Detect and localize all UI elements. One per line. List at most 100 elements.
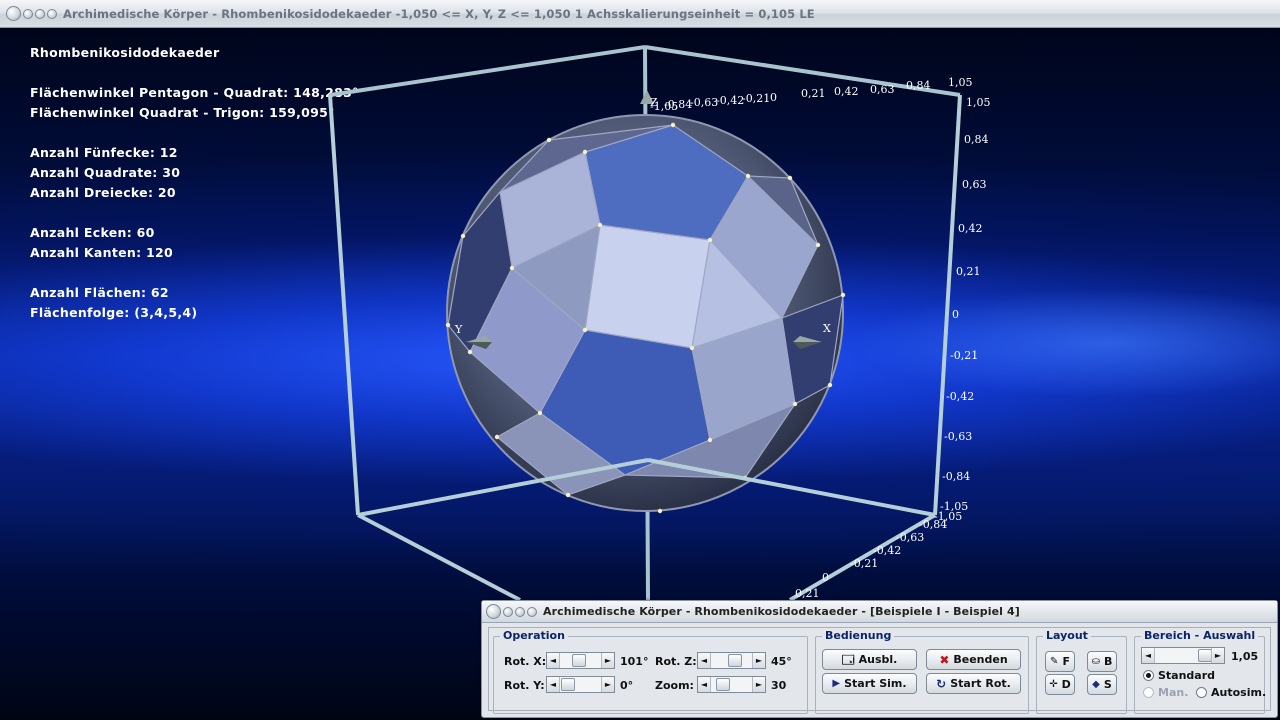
dialog-body: Operation Rot. X: ◄ ► 101° Rot. Z: ◄ ► 4… [488, 627, 1271, 714]
radio-autosim[interactable]: Autosim. [1196, 686, 1266, 699]
layout-title: Layout [1043, 629, 1091, 642]
svg-text:-0,84: -0,84 [664, 98, 692, 111]
dialog-minimize-icon[interactable] [503, 606, 513, 617]
slider-thumb[interactable] [561, 678, 575, 691]
svg-text:0: 0 [952, 308, 959, 321]
slider-thumb[interactable] [716, 678, 730, 691]
close-icon: ✖ [939, 652, 950, 667]
close-icon[interactable] [47, 8, 57, 19]
arrow-right-icon[interactable]: ► [752, 653, 765, 668]
arrow-left-icon[interactable]: ◄ [1142, 648, 1155, 663]
ausbl-button[interactable]: 🗔 Ausbl. [822, 649, 917, 670]
hide-icon: 🗔 [841, 652, 855, 667]
svg-text:0,42: 0,42 [834, 85, 859, 98]
minimize-icon[interactable] [23, 8, 33, 19]
slider-thumb[interactable] [1198, 649, 1212, 662]
slider-thumb[interactable] [572, 654, 586, 667]
dialog-title: Archimedische Körper - Rhombenikosidodek… [543, 605, 1020, 618]
layout-b-button[interactable]: ⛀ B [1087, 651, 1117, 672]
main-titlebar[interactable]: Archimedische Körper - Rhombenikosidodek… [0, 0, 1280, 28]
radio-standard[interactable]: Standard [1143, 669, 1215, 682]
rot-y-slider[interactable]: ◄ ► [546, 676, 615, 693]
bereich-title: Bereich - Auswahl [1141, 629, 1259, 642]
arrow-left-icon[interactable]: ◄ [547, 653, 560, 668]
start-sim-button[interactable]: ▶ Start Sim. [822, 673, 917, 694]
beenden-label: Beenden [953, 653, 1008, 666]
svg-text:-0,63: -0,63 [896, 531, 924, 544]
start-sim-label: Start Sim. [844, 677, 907, 690]
radio-dot[interactable] [1143, 687, 1154, 698]
svg-text:0,21: 0,21 [956, 265, 981, 278]
rot-z-slider[interactable]: ◄ ► [697, 652, 766, 669]
y-axis-label: Y [454, 323, 463, 336]
control-dialog[interactable]: Archimedische Körper - Rhombenikosidodek… [481, 600, 1278, 718]
window-menu-icon[interactable] [6, 6, 21, 21]
dialog-close-icon[interactable] [527, 606, 537, 617]
bedienung-group: Bedienung 🗔 Ausbl. ✖ Beenden ▶ Start Sim… [815, 629, 1029, 714]
rot-x-label: Rot. X: [504, 655, 547, 668]
bereich-group: Bereich - Auswahl ◄ ► 1,05 Standard Man.… [1134, 629, 1266, 714]
zoom-slider[interactable]: ◄ ► [697, 676, 766, 693]
arrow-right-icon[interactable]: ► [601, 653, 614, 668]
arrow-left-icon[interactable]: ◄ [698, 653, 711, 668]
svg-text:-0,21: -0,21 [950, 349, 978, 362]
x-axis-label: X [823, 322, 831, 335]
rot-z-label: Rot. Z: [655, 655, 697, 668]
svg-text:0,63: 0,63 [870, 83, 895, 96]
top-axis-ticks: -1,05 -0,84 -0,63 -0,42 -0,21 0 0,21 0,4… [650, 76, 973, 113]
layout-f-button[interactable]: ✎ F [1045, 651, 1075, 672]
radio-dot[interactable] [1196, 687, 1207, 698]
dialog-window-controls[interactable] [486, 604, 537, 619]
square-face [584, 224, 711, 349]
layout-s-button[interactable]: ◆ S [1087, 674, 1117, 695]
dialog-maximize-icon[interactable] [515, 606, 525, 617]
bereich-value: 1,05 [1231, 650, 1259, 663]
svg-text:0,63: 0,63 [962, 178, 987, 191]
beenden-button[interactable]: ✖ Beenden [926, 649, 1021, 670]
maximize-icon[interactable] [35, 8, 45, 19]
start-rot-label: Start Rot. [950, 677, 1011, 690]
start-rot-button[interactable]: ↻ Start Rot. [926, 673, 1021, 694]
svg-text:-0,63: -0,63 [690, 96, 718, 109]
bereich-slider[interactable]: ◄ ► [1141, 647, 1225, 664]
arrow-left-icon[interactable]: ◄ [698, 677, 711, 692]
svg-text:0,42: 0,42 [958, 222, 983, 235]
rot-x-value: 101° [620, 655, 649, 668]
svg-text:-0,63: -0,63 [944, 430, 972, 443]
svg-text:-0,42: -0,42 [716, 94, 744, 107]
operation-group: Operation Rot. X: ◄ ► 101° Rot. Z: ◄ ► 4… [493, 629, 808, 714]
svg-text:-0,84: -0,84 [919, 518, 947, 531]
svg-text:-0,42: -0,42 [946, 390, 974, 403]
pen-icon: ✎ [1050, 655, 1059, 667]
rot-y-value: 0° [620, 679, 634, 692]
svg-text:0,21: 0,21 [801, 87, 826, 100]
arrow-left-icon[interactable]: ◄ [547, 677, 560, 692]
dialog-titlebar[interactable]: Archimedische Körper - Rhombenikosidodek… [482, 601, 1277, 623]
rotate-icon: ↻ [936, 676, 947, 691]
bedienung-title: Bedienung [822, 629, 895, 642]
layout-group: Layout ✎ F ⛀ B ✛ D ◆ S [1036, 629, 1127, 714]
svg-text:0: 0 [822, 571, 829, 584]
play-icon: ▶ [832, 677, 841, 689]
svg-text:0,84: 0,84 [964, 133, 989, 146]
arrow-right-icon[interactable]: ► [752, 677, 765, 692]
arrow-right-icon[interactable]: ► [601, 677, 614, 692]
svg-text:0: 0 [770, 91, 777, 104]
radio-dot[interactable] [1143, 670, 1154, 681]
svg-text:1,05: 1,05 [966, 96, 991, 109]
dialog-menu-icon[interactable] [486, 604, 501, 619]
arrow-right-icon[interactable]: ► [1211, 648, 1224, 663]
rot-x-slider[interactable]: ◄ ► [546, 652, 615, 669]
paint-bucket-icon: ⛀ [1091, 655, 1100, 667]
rot-z-value: 45° [771, 655, 792, 668]
operation-title: Operation [500, 629, 568, 642]
svg-text:-0,84: -0,84 [942, 470, 970, 483]
svg-text:1,05: 1,05 [948, 76, 973, 89]
window-controls[interactable] [6, 6, 57, 21]
radio-man[interactable]: Man. [1143, 686, 1188, 699]
slider-thumb[interactable] [728, 654, 742, 667]
layout-d-button[interactable]: ✛ D [1045, 674, 1075, 695]
crosshair-icon: ✛ [1049, 678, 1058, 690]
svg-text:0,84: 0,84 [906, 79, 931, 92]
svg-text:0,21: 0,21 [795, 587, 820, 600]
